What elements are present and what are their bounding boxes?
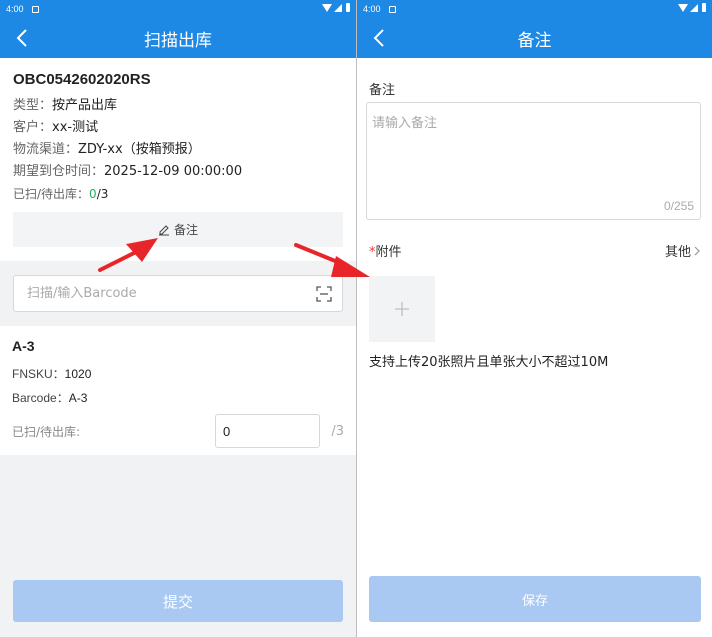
status-bar: 4:00 bbox=[357, 0, 712, 18]
back-button[interactable] bbox=[365, 24, 393, 52]
barcode-row: Barcode：A-3 bbox=[12, 391, 88, 405]
barcode-input[interactable] bbox=[27, 286, 316, 301]
quantity-input[interactable] bbox=[215, 414, 320, 448]
scan-outbound-screen: 4:00 扫描出库 OBC0542602020RS 类型：按产品出库 客户：xx… bbox=[0, 0, 356, 637]
order-number: OBC0542602020RS bbox=[13, 71, 151, 88]
remark-label: 备注 bbox=[369, 83, 396, 98]
remark-button-label: 备注 bbox=[173, 223, 198, 237]
order-type-row: 类型：按产品出库 bbox=[13, 98, 118, 113]
chevron-left-icon bbox=[16, 29, 27, 47]
progress-row: 已扫/待出库：0/3 bbox=[13, 187, 109, 201]
battery-icon bbox=[702, 3, 706, 12]
status-time: 4:00 bbox=[6, 4, 24, 14]
remark-screen: 4:00 备注 备注 0/255 *附件 其他 支持上传20张照片且单张大小不超… bbox=[357, 0, 712, 637]
scanned-count: 0 bbox=[89, 187, 97, 201]
fnsku-row: FNSKU：1020 bbox=[12, 367, 92, 381]
battery-icon bbox=[346, 3, 350, 12]
barcode-value: A-3 bbox=[68, 391, 88, 405]
remark-field-wrapper: 0/255 bbox=[366, 102, 701, 220]
status-time: 4:00 bbox=[363, 4, 381, 14]
quantity-total: /3 bbox=[331, 423, 344, 439]
customer-value: xx-测试 bbox=[52, 120, 99, 135]
channel-value: ZDY-xx（按箱预报） bbox=[78, 142, 201, 157]
chevron-right-icon bbox=[694, 246, 700, 255]
quantity-label: 已扫/待出库: bbox=[12, 424, 81, 439]
upload-hint: 支持上传20张照片且单张大小不超过10M bbox=[369, 355, 609, 370]
attachment-label-row: *附件 bbox=[369, 241, 402, 260]
remark-button[interactable]: 备注 bbox=[13, 212, 343, 247]
eta-value: 2025-12-09 00:00:00 bbox=[104, 164, 243, 179]
edit-icon bbox=[158, 224, 169, 235]
submit-button[interactable]: 提交 bbox=[13, 580, 343, 622]
fnsku-value: 1020 bbox=[64, 367, 92, 381]
list-item: A-3 FNSKU：1020 Barcode：A-3 已扫/待出库: /3 bbox=[0, 326, 356, 448]
app-bar: 备注 bbox=[357, 18, 712, 58]
channel-row: 物流渠道：ZDY-xx（按箱预报） bbox=[13, 142, 201, 157]
order-type-value: 按产品出库 bbox=[52, 98, 118, 113]
plus-icon bbox=[395, 302, 409, 316]
page-title: 扫描出库 bbox=[144, 30, 212, 51]
back-button[interactable] bbox=[8, 24, 36, 52]
eta-row: 期望到仓时间：2025-12-09 00:00:00 bbox=[13, 164, 243, 179]
status-bar: 4:00 bbox=[0, 0, 356, 18]
upload-photo-button[interactable] bbox=[369, 276, 435, 342]
wifi-icon bbox=[678, 3, 688, 12]
remark-textarea[interactable] bbox=[367, 103, 700, 193]
wifi-icon bbox=[322, 3, 332, 12]
other-link-label: 其他 bbox=[664, 245, 691, 260]
scan-icon[interactable] bbox=[316, 285, 332, 302]
app-bar: 扫描出库 bbox=[0, 18, 356, 58]
notification-icon bbox=[388, 5, 396, 13]
item-code: A-3 bbox=[12, 338, 35, 354]
signal-icon bbox=[690, 3, 698, 12]
other-link[interactable]: 其他 bbox=[665, 241, 700, 260]
notification-icon bbox=[31, 5, 39, 13]
quantity-row: 已扫/待出库: /3 bbox=[12, 414, 344, 448]
scan-section bbox=[0, 261, 356, 326]
barcode-input-wrapper bbox=[13, 275, 343, 312]
order-info: OBC0542602020RS 类型：按产品出库 客户：xx-测试 物流渠道：Z… bbox=[0, 58, 356, 205]
save-button[interactable]: 保存 bbox=[369, 576, 701, 622]
char-counter: 0/255 bbox=[663, 199, 694, 213]
page-title: 备注 bbox=[517, 30, 552, 51]
signal-icon bbox=[334, 3, 342, 12]
chevron-left-icon bbox=[373, 29, 384, 47]
progress-total: /3 bbox=[96, 187, 109, 201]
customer-row: 客户：xx-测试 bbox=[13, 120, 99, 135]
attachment-label: 附件 bbox=[375, 245, 402, 260]
